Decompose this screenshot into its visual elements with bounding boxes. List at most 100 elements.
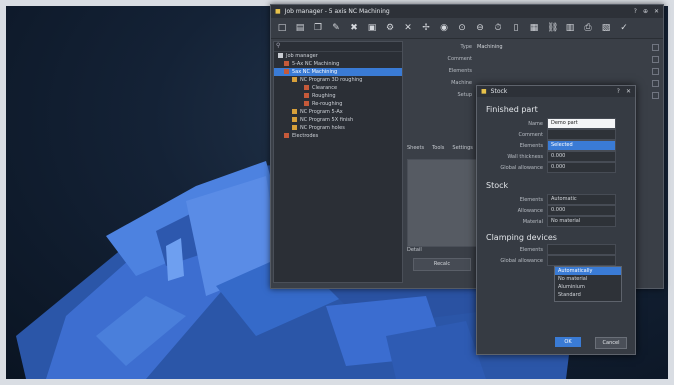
clamping-elements-field[interactable]	[547, 244, 616, 255]
toolbar: □ ▤ ❐ ✎ ✖ ▣ ⚙ ✕ ✢ ◉ ⊙ ⊖ ⏱ ▯ ▦ ⛓ ▥ ⎙ ▧ ✓	[271, 18, 663, 39]
section-finished-part: Finished part	[486, 105, 538, 114]
operation-icon	[304, 85, 309, 90]
stock-elements-field[interactable]: Automatic	[547, 194, 616, 205]
wall-thickness-field[interactable]: 0.000	[547, 151, 616, 162]
pin-icon[interactable]: ⊕	[643, 8, 648, 15]
tree-root[interactable]: Job manager	[274, 52, 402, 60]
checkbox[interactable]	[652, 43, 659, 51]
program-icon	[292, 125, 297, 130]
tree-item[interactable]: Clearance	[274, 84, 402, 92]
dropdown-option[interactable]: Standard	[555, 291, 621, 299]
material-dropdown-list: Automatically No material Aluminium Stan…	[554, 266, 622, 302]
open-icon[interactable]: ▤	[295, 23, 305, 33]
job-manager-titlebar: ■ Job manager - 5 axis NC Machining ? ⊕ …	[271, 5, 663, 18]
close-icon[interactable]: ✕	[654, 8, 659, 15]
comment-field[interactable]	[547, 129, 616, 140]
checkbox[interactable]	[652, 55, 659, 63]
field-row: Elements	[477, 244, 635, 255]
app-icon: ■	[275, 8, 281, 15]
operation-icon	[304, 101, 309, 106]
stock-dialog: ■ Stock ? ✕ Finished part Name Demo part …	[476, 85, 636, 355]
simulate-icon[interactable]: ⊙	[457, 23, 467, 33]
field-row: Material No material	[477, 216, 635, 227]
program-icon	[292, 109, 297, 114]
settings-icon[interactable]: ⚙	[385, 23, 395, 33]
tree-item[interactable]: Electrodes	[274, 132, 402, 140]
electrode-icon	[284, 133, 289, 138]
field-row: Allowance 0.000	[477, 205, 635, 216]
tree-item[interactable]: 5ax NC Machining	[274, 68, 402, 76]
section-clamping-devices: Clamping devices	[486, 233, 557, 242]
stop-icon[interactable]: ⊖	[475, 23, 485, 33]
operation-icon	[304, 93, 309, 98]
field-row: Name Demo part	[477, 118, 635, 129]
job-tree: ⚲ Job manager 5-Ax NC Machining 5ax NC M…	[273, 41, 403, 283]
global-allowance-field[interactable]: 0.000	[547, 162, 616, 173]
tree-item[interactable]: NC Program 5X finish	[274, 116, 402, 124]
allowance-field[interactable]: 0.000	[547, 205, 616, 216]
delete-icon[interactable]: ✕	[403, 23, 413, 33]
field-row: Wall thickness 0.000	[477, 151, 635, 162]
ok-button[interactable]: OK	[555, 337, 581, 347]
move-icon[interactable]: ✢	[421, 23, 431, 33]
tab-settings[interactable]: Settings	[452, 145, 473, 151]
device-icon[interactable]: ▯	[511, 23, 521, 33]
tool-icon[interactable]: ✖	[349, 23, 359, 33]
property-row: Type Machining	[407, 41, 659, 53]
job-icon	[284, 69, 289, 74]
detail-tabs: Sheets Tools Settings	[407, 145, 473, 151]
field-row: Global allowance 0.000	[477, 162, 635, 173]
print-icon[interactable]: ⎙	[583, 23, 593, 33]
copy-icon[interactable]: ❐	[313, 23, 323, 33]
field-row: Global allowance	[477, 255, 635, 266]
layout-icon[interactable]: ▥	[565, 23, 575, 33]
report-icon[interactable]: ▧	[601, 23, 611, 33]
job-icon	[284, 61, 289, 66]
tab-sheets[interactable]: Sheets	[407, 145, 424, 151]
dialog-icon: ■	[481, 88, 487, 95]
elements-field[interactable]: Selected	[547, 140, 616, 151]
property-row: Elements	[407, 65, 659, 77]
close-icon[interactable]: ✕	[626, 88, 631, 95]
tree-item[interactable]: Re-roughing	[274, 100, 402, 108]
property-row: Comment	[407, 53, 659, 65]
tab-tools[interactable]: Tools	[432, 145, 444, 151]
new-file-icon[interactable]: □	[277, 23, 287, 33]
document-icon[interactable]: ▦	[529, 23, 539, 33]
check-icon[interactable]: ✓	[619, 23, 629, 33]
field-row: Elements Automatic	[477, 194, 635, 205]
cancel-button[interactable]: Cancel	[595, 337, 627, 349]
detail-label: Detail	[407, 247, 422, 253]
link-icon[interactable]: ⛓	[547, 23, 558, 33]
tree-item[interactable]: NC Program 5-Ax	[274, 108, 402, 116]
tree-search[interactable]: ⚲	[274, 42, 402, 52]
dropdown-option[interactable]: No material	[555, 275, 621, 283]
recalc-button[interactable]: Recalc	[413, 258, 471, 271]
material-field[interactable]: No material	[547, 216, 616, 227]
edit-icon[interactable]: ✎	[331, 23, 341, 33]
tree-item[interactable]: NC Program 3D roughing	[274, 76, 402, 84]
timer-icon[interactable]: ⏱	[493, 23, 503, 33]
dropdown-option[interactable]: Automatically	[555, 267, 621, 275]
field-row: Elements Selected	[477, 140, 635, 151]
program-icon	[292, 77, 297, 82]
checkbox[interactable]	[652, 91, 659, 99]
help-icon[interactable]: ?	[634, 8, 637, 15]
checkbox[interactable]	[652, 79, 659, 87]
clamping-allowance-field[interactable]	[547, 255, 616, 266]
target-icon[interactable]: ◉	[439, 23, 449, 33]
help-icon[interactable]: ?	[617, 88, 620, 95]
section-stock: Stock	[486, 181, 509, 190]
calculate-icon[interactable]: ▣	[367, 23, 377, 33]
search-icon: ⚲	[276, 42, 281, 49]
tree-item[interactable]: 5-Ax NC Machining	[274, 60, 402, 68]
dialog-title: Stock	[490, 88, 508, 95]
tree-item[interactable]: Roughing	[274, 92, 402, 100]
window-title: Job manager - 5 axis NC Machining	[284, 8, 390, 15]
tree-item[interactable]: NC Program holes	[274, 124, 402, 132]
dropdown-option[interactable]: Aluminium	[555, 283, 621, 291]
checkbox[interactable]	[652, 67, 659, 75]
name-field[interactable]: Demo part	[547, 118, 616, 129]
field-row: Comment	[477, 129, 635, 140]
stock-dialog-titlebar: ■ Stock ? ✕	[477, 86, 635, 97]
